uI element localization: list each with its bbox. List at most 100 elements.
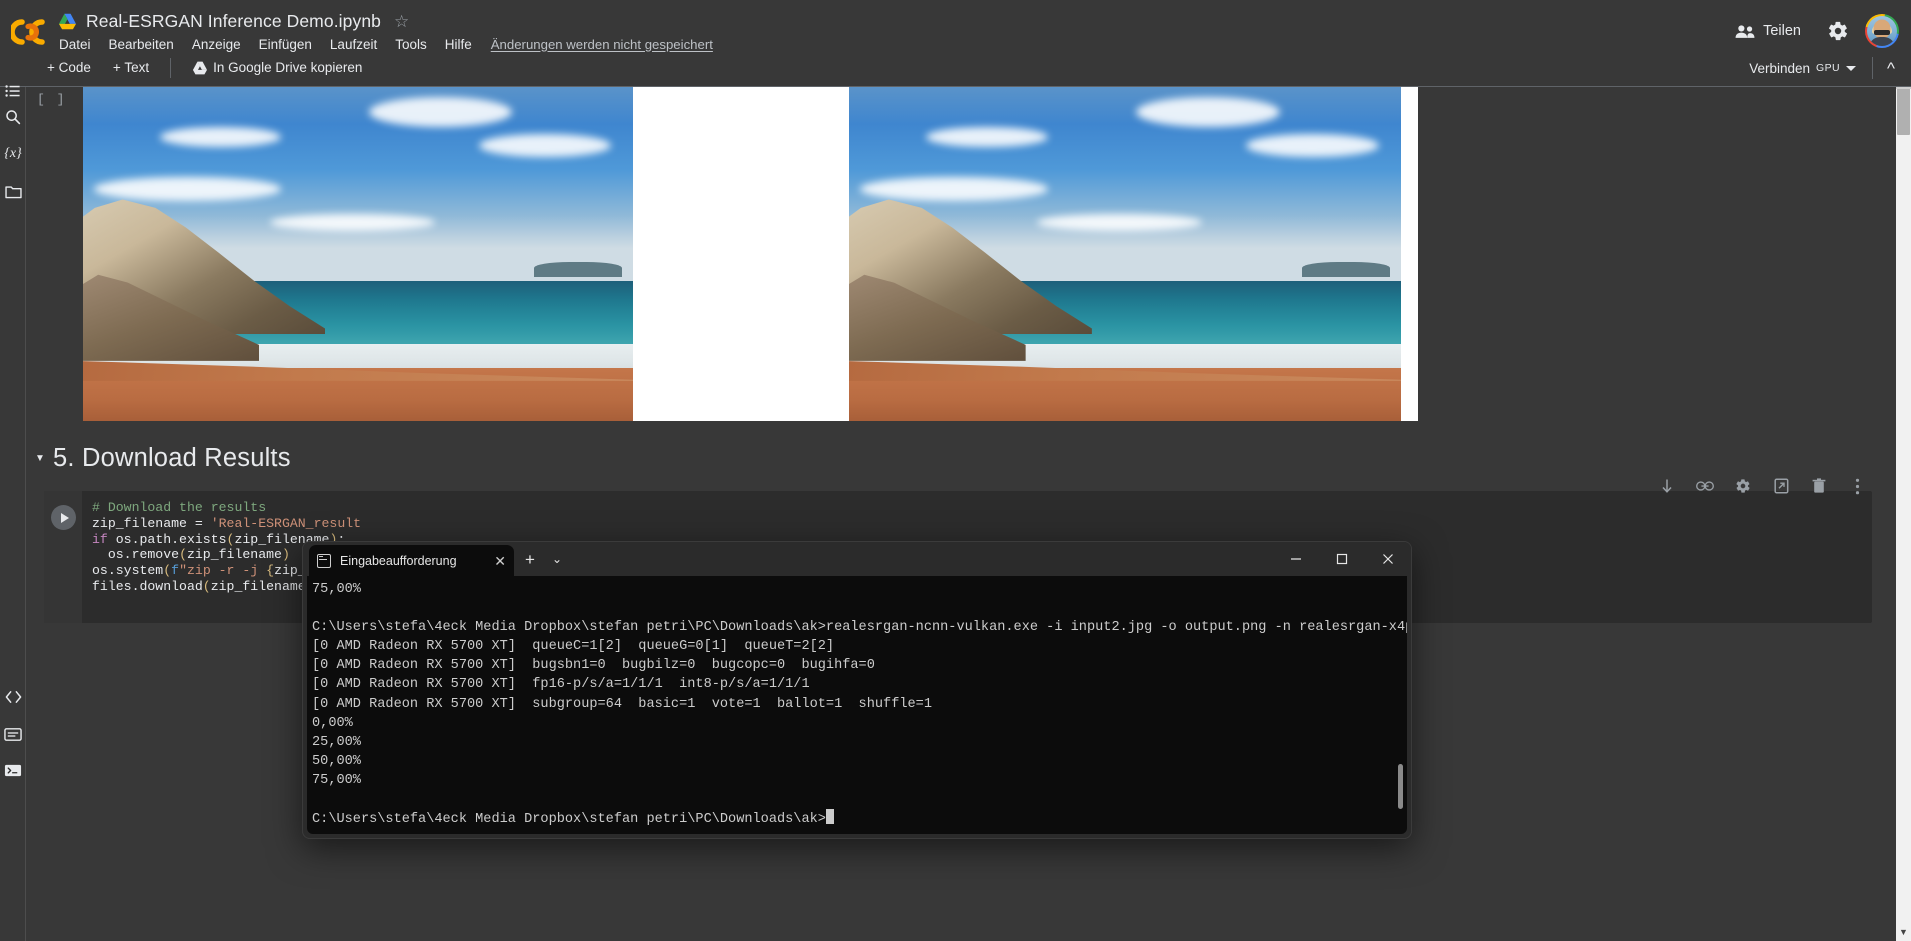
connect-button[interactable]: Verbinden GPU — [1741, 58, 1864, 79]
sidebar-item-variables[interactable]: {x} — [0, 139, 26, 169]
terminal-line: 25,00% — [312, 734, 361, 750]
notebook-toolbar: + Code + Text In Google Drive kopieren V… — [0, 53, 1911, 87]
toolbar-right-group: Verbinden GPU ^ — [1741, 57, 1901, 79]
add-code-cell-button[interactable]: + Code — [38, 57, 100, 78]
add-text-cell-button[interactable]: + Text — [104, 57, 158, 78]
delete-cell-icon[interactable] — [1810, 477, 1828, 495]
code-token: os.remove — [92, 547, 180, 563]
menu-item-bearbeiten[interactable]: Bearbeiten — [100, 35, 183, 54]
add-text-label: + Text — [112, 60, 150, 75]
code-cell-gutter — [44, 491, 82, 623]
menu-item-datei[interactable]: Datei — [50, 35, 100, 54]
menu-item-hilfe[interactable]: Hilfe — [436, 35, 481, 54]
code-token: zip_filename — [210, 578, 306, 594]
variables-icon: {x} — [4, 146, 22, 161]
link-icon[interactable] — [1696, 477, 1714, 495]
cloud — [94, 177, 281, 201]
sidebar-item-terminal[interactable] — [0, 755, 26, 785]
terminal-window[interactable]: Eingabeaufforderung ✕ + ⌄ 75,00% C:\User… — [302, 541, 1412, 839]
gear-icon[interactable] — [1827, 20, 1849, 42]
document-title-row: Real-ESRGAN Inference Demo.ipynb ☆ — [58, 7, 409, 35]
run-cell-button[interactable] — [51, 505, 76, 530]
cloud — [270, 213, 435, 231]
chevron-down-icon[interactable] — [1846, 65, 1857, 71]
window-controls — [1273, 542, 1411, 576]
code-token: ) — [281, 547, 290, 563]
terminal-line: 50,00% — [312, 753, 361, 769]
code-token: 'Real-ESRGAN_result — [210, 515, 362, 531]
sidebar-item-code-snippets[interactable] — [0, 682, 26, 712]
move-cell-down-icon[interactable] — [1658, 477, 1676, 495]
more-options-icon[interactable] — [1848, 477, 1866, 495]
terminal-titlebar[interactable]: Eingabeaufforderung ✕ + ⌄ — [303, 542, 1411, 576]
page-scrollbar[interactable]: ▼ — [1896, 87, 1911, 941]
people-icon — [1735, 24, 1755, 38]
cell-toolbar — [1658, 477, 1866, 495]
minimize-icon[interactable] — [1273, 542, 1319, 576]
terminal-scrollbar-thumb[interactable] — [1398, 764, 1403, 809]
code-token: = — [194, 515, 211, 531]
share-button-label: Teilen — [1763, 23, 1801, 39]
scrollbar-top-strip — [1896, 87, 1911, 89]
menu-item-einfuegen[interactable]: Einfügen — [250, 35, 321, 54]
open-in-new-tab-icon[interactable] — [1772, 477, 1790, 495]
chevron-down-icon[interactable]: ⌄ — [552, 553, 562, 565]
sidebar-item-files[interactable] — [0, 177, 26, 207]
terminal-prompt-icon — [4, 764, 22, 776]
cloud — [479, 133, 611, 158]
beach-scene — [83, 87, 633, 421]
scroll-down-arrow-icon[interactable]: ▼ — [1896, 924, 1911, 939]
cloud — [860, 177, 1048, 201]
toolbar-divider — [170, 57, 172, 78]
avatar[interactable] — [1865, 14, 1899, 48]
collapse-toolbar-icon[interactable]: ^ — [1881, 60, 1901, 77]
headland — [534, 262, 622, 278]
code-token: "zip -r -j — [179, 563, 267, 579]
menu-item-laufzeit[interactable]: Laufzeit — [321, 35, 386, 54]
toolbar-divider — [1872, 57, 1874, 79]
plus-icon[interactable]: + — [525, 551, 535, 568]
beach-scene — [849, 87, 1401, 421]
close-icon[interactable] — [1365, 542, 1411, 576]
sidebar-item-command-palette[interactable] — [0, 719, 26, 749]
share-button[interactable]: Teilen — [1725, 17, 1811, 45]
avatar-sunglasses — [1874, 29, 1890, 35]
close-tab-icon[interactable]: ✕ — [494, 554, 506, 568]
terminal-line: [0 AMD Radeon RX 5700 XT] subgroup=64 ba… — [312, 696, 932, 712]
colab-logo[interactable] — [10, 10, 54, 54]
save-status-text[interactable]: Änderungen werden nicht gespeichert — [491, 37, 713, 52]
code-token: os.system — [92, 563, 164, 579]
terminal-tab-label: Eingabeaufforderung — [340, 553, 457, 568]
terminal-prompt-text: C:\Users\stefa\4eck Media Dropbox\stefan… — [312, 812, 826, 828]
code-token: ( — [163, 563, 172, 579]
code-token: os.path.exists — [115, 531, 227, 547]
cell-prompt: [ ] — [37, 92, 67, 107]
sidebar-item-search[interactable] — [0, 102, 26, 132]
cell-settings-gear-icon[interactable] — [1734, 477, 1752, 495]
terminal-tab[interactable]: Eingabeaufforderung ✕ — [309, 545, 514, 576]
list-icon — [5, 85, 20, 97]
add-code-label: + Code — [47, 60, 91, 75]
terminal-line: [0 AMD Radeon RX 5700 XT] bugsbn1=0 bugb… — [312, 658, 875, 674]
menu-item-tools[interactable]: Tools — [386, 35, 436, 54]
vertical-scroll-thumb[interactable] — [1897, 87, 1910, 135]
terminal-line: 75,00% — [312, 582, 361, 597]
copy-to-drive-button[interactable]: In Google Drive kopieren — [183, 57, 371, 78]
app-root: Real-ESRGAN Inference Demo.ipynb ☆ Datei… — [0, 0, 1911, 941]
headland — [1301, 262, 1390, 278]
cloud — [1136, 97, 1280, 128]
code-token: # Download the results — [92, 500, 267, 515]
toolbar-left-group: + Code + Text In Google Drive kopieren — [38, 57, 371, 78]
terminal-body[interactable]: 75,00% C:\Users\stefa\4eck Media Dropbox… — [307, 576, 1407, 834]
menu-item-anzeige[interactable]: Anzeige — [183, 35, 250, 54]
terminal-line: [0 AMD Radeon RX 5700 XT] fp16-p/s/a=1/1… — [312, 677, 810, 693]
code-token: f — [171, 563, 180, 579]
google-drive-icon — [193, 61, 208, 74]
triangle-down-icon[interactable]: ▼ — [35, 453, 53, 464]
connect-label: Verbinden — [1749, 60, 1811, 76]
maximize-icon[interactable] — [1319, 542, 1365, 576]
folder-icon — [4, 186, 22, 199]
star-icon[interactable]: ☆ — [394, 13, 409, 30]
cloud — [926, 127, 1048, 148]
